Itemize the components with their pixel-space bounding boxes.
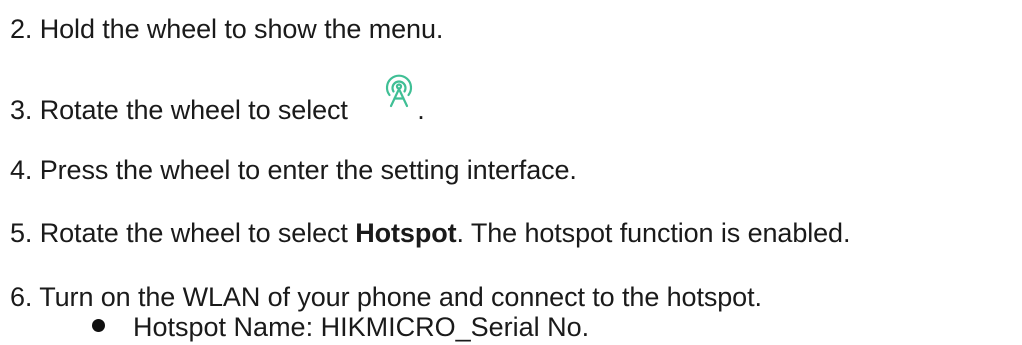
step-text: Press the wheel to enter the setting int… (32, 155, 577, 185)
step-3: 3. Rotate the wheel to select . (10, 74, 425, 126)
step-text-end: . The hotspot function is enabled. (456, 218, 851, 248)
step-text-end: . (417, 95, 425, 125)
bullet-text: Hotspot Name: HIKMICRO_Serial No. (133, 312, 590, 342)
hotspot-icon (381, 73, 417, 109)
hotspot-term: Hotspot (355, 218, 457, 248)
step-text: Turn on the WLAN of your phone and conne… (32, 282, 762, 312)
bullet-icon (92, 319, 105, 332)
bullet-item: Hotspot Name: HIKMICRO_Serial No. (92, 311, 589, 343)
step-5: 5. Rotate the wheel to select Hotspot. T… (10, 217, 850, 249)
step-number: 2. (10, 14, 33, 44)
step-6: 6. Turn on the WLAN of your phone and co… (10, 281, 762, 313)
step-number: 5. (10, 218, 33, 248)
step-4: 4. Press the wheel to enter the setting … (10, 154, 577, 186)
step-number: 3. (10, 95, 33, 125)
step-text: Rotate the wheel to select (32, 95, 356, 125)
step-number: 6. (10, 282, 33, 312)
step-number: 4. (10, 155, 33, 185)
step-text: Rotate the wheel to select (32, 218, 356, 248)
step-text: Hold the wheel to show the menu. (32, 14, 444, 44)
step-2: 2. Hold the wheel to show the menu. (10, 13, 443, 45)
